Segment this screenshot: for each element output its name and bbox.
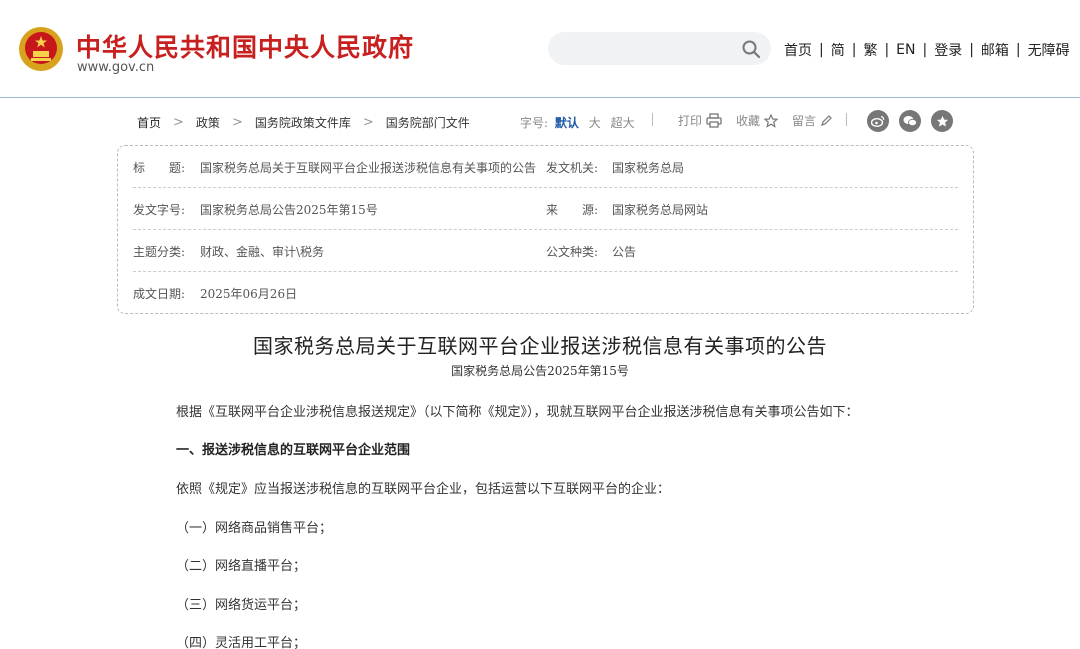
- topic-label: 主题分类:: [133, 245, 186, 259]
- breadcrumb-policy-library[interactable]: 国务院政策文件库: [255, 114, 351, 131]
- link-english[interactable]: EN: [896, 42, 915, 58]
- chevron-right-icon: >: [173, 115, 184, 130]
- breadcrumb-department-docs[interactable]: 国务院部门文件: [386, 114, 470, 131]
- paragraph: 根据《互联网平台企业涉税信息报送规定》（以下简称《规定》），现就互联网平台企业报…: [176, 405, 859, 420]
- breadcrumb-home[interactable]: 首页: [137, 114, 161, 131]
- paragraph: 依照《规定》应当报送涉税信息的互联网平台企业，包括运营以下互联网平台的企业：: [176, 482, 671, 497]
- info-row-date: 成文日期: 2025年06月26日: [133, 272, 958, 314]
- pencil-icon: [821, 114, 832, 126]
- date-label: 成文日期:: [133, 287, 186, 301]
- print-label: 打印: [678, 114, 703, 128]
- search-icon[interactable]: [741, 39, 761, 59]
- search-input[interactable]: [548, 32, 771, 65]
- list-item: （四）灵活用工平台；: [176, 636, 307, 649]
- comment-button[interactable]: 留言: [792, 112, 832, 129]
- link-home[interactable]: 首页: [784, 40, 812, 60]
- section-heading: 一、报送涉税信息的互联网平台企业范围: [176, 443, 411, 458]
- favorite-label: 收藏: [736, 114, 761, 128]
- article-toolbar: 首页 > 政策 > 国务院政策文件库 > 国务院部门文件 字号: 默认 大 超大…: [0, 110, 1080, 134]
- docno-value: 国家税务总局公告2025年第15号: [200, 203, 378, 217]
- separator: |: [851, 42, 857, 58]
- star-outline-icon: [764, 113, 779, 128]
- issuer-value: 国家税务总局: [612, 161, 685, 175]
- separator: |: [922, 42, 928, 58]
- document-info-box: 标 题: 国家税务总局关于互联网平台企业报送涉税信息有关事项的公告 发文机关: …: [117, 145, 974, 314]
- separator: |: [969, 42, 974, 58]
- chevron-right-icon: >: [362, 115, 374, 130]
- site-title[interactable]: 中华人民共和国中央人民政府: [76, 28, 414, 64]
- breadcrumb: 首页 > 政策 > 国务院政策文件库 > 国务院部门文件: [137, 114, 470, 131]
- site-header: 中华人民共和国中央人民政府 www.gov.cn 首页 | 简 | 繁 | EN | 登…: [0, 0, 1080, 98]
- list-item: （三）网络货运平台；: [176, 598, 307, 613]
- link-mail[interactable]: 邮箱: [981, 40, 1009, 60]
- national-emblem-icon[interactable]: [18, 26, 64, 72]
- source-value: 国家税务总局网站: [612, 203, 709, 217]
- site-domain: www.gov.cn: [77, 60, 155, 75]
- link-accessibility[interactable]: 无障碍: [1028, 40, 1070, 60]
- comment-label: 留言: [792, 114, 817, 128]
- chevron-right-icon: >: [231, 115, 243, 130]
- top-links: 首页 | 简 | 繁 | EN | 登录 | 邮箱 | 无障碍: [784, 40, 1070, 60]
- list-item: （一）网络商品销售平台；: [176, 521, 333, 536]
- divider: [652, 113, 653, 126]
- star-icon[interactable]: [931, 110, 953, 132]
- link-simplified[interactable]: 简: [831, 40, 845, 60]
- title-value: 国家税务总局关于互联网平台企业报送涉税信息有关事项的公告: [200, 161, 537, 175]
- title-label: 标 题:: [133, 161, 186, 175]
- list-item: （二）网络直播平台；: [176, 559, 307, 574]
- share-buttons: [867, 110, 963, 132]
- font-size-selector: 字号: 默认 大 超大: [520, 114, 638, 131]
- date-value: 2025年06月26日: [200, 287, 298, 301]
- issuer-label: 发文机关:: [546, 161, 599, 175]
- article-actions: 打印 收藏 留言: [678, 112, 846, 129]
- type-value: 公告: [612, 245, 637, 259]
- link-traditional[interactable]: 繁: [863, 40, 877, 60]
- font-size-default[interactable]: 默认: [555, 116, 579, 130]
- print-button[interactable]: 打印: [678, 112, 722, 129]
- printer-icon: [706, 113, 722, 128]
- divider: [846, 113, 847, 126]
- type-label: 公文种类:: [546, 245, 599, 259]
- source-label: 来 源:: [546, 203, 599, 217]
- info-row-docno: 发文字号: 国家税务总局公告2025年第15号 来 源: 国家税务总局网站: [133, 188, 958, 230]
- article-title: 国家税务总局关于互联网平台企业报送涉税信息有关事项的公告: [253, 334, 827, 358]
- link-login[interactable]: 登录: [934, 40, 962, 60]
- wechat-icon[interactable]: [899, 110, 921, 132]
- favorite-button[interactable]: 收藏: [736, 112, 779, 129]
- weibo-icon[interactable]: [867, 110, 889, 132]
- docno-label: 发文字号:: [133, 203, 186, 217]
- separator: |: [819, 42, 824, 58]
- breadcrumb-policy[interactable]: 政策: [196, 114, 220, 131]
- info-row-title: 标 题: 国家税务总局关于互联网平台企业报送涉税信息有关事项的公告 发文机关: …: [133, 146, 958, 188]
- font-size-xlarge[interactable]: 超大: [611, 116, 635, 130]
- font-size-label: 字号:: [520, 116, 549, 130]
- info-row-topic: 主题分类: 财政、金融、审计\税务 公文种类: 公告: [133, 230, 958, 272]
- topic-value: 财政、金融、审计\税务: [200, 245, 325, 259]
- separator: |: [1015, 42, 1021, 58]
- article-doc-number: 国家税务总局公告2025年第15号: [451, 364, 629, 378]
- font-size-large[interactable]: 大: [589, 116, 601, 130]
- separator: |: [884, 42, 890, 58]
